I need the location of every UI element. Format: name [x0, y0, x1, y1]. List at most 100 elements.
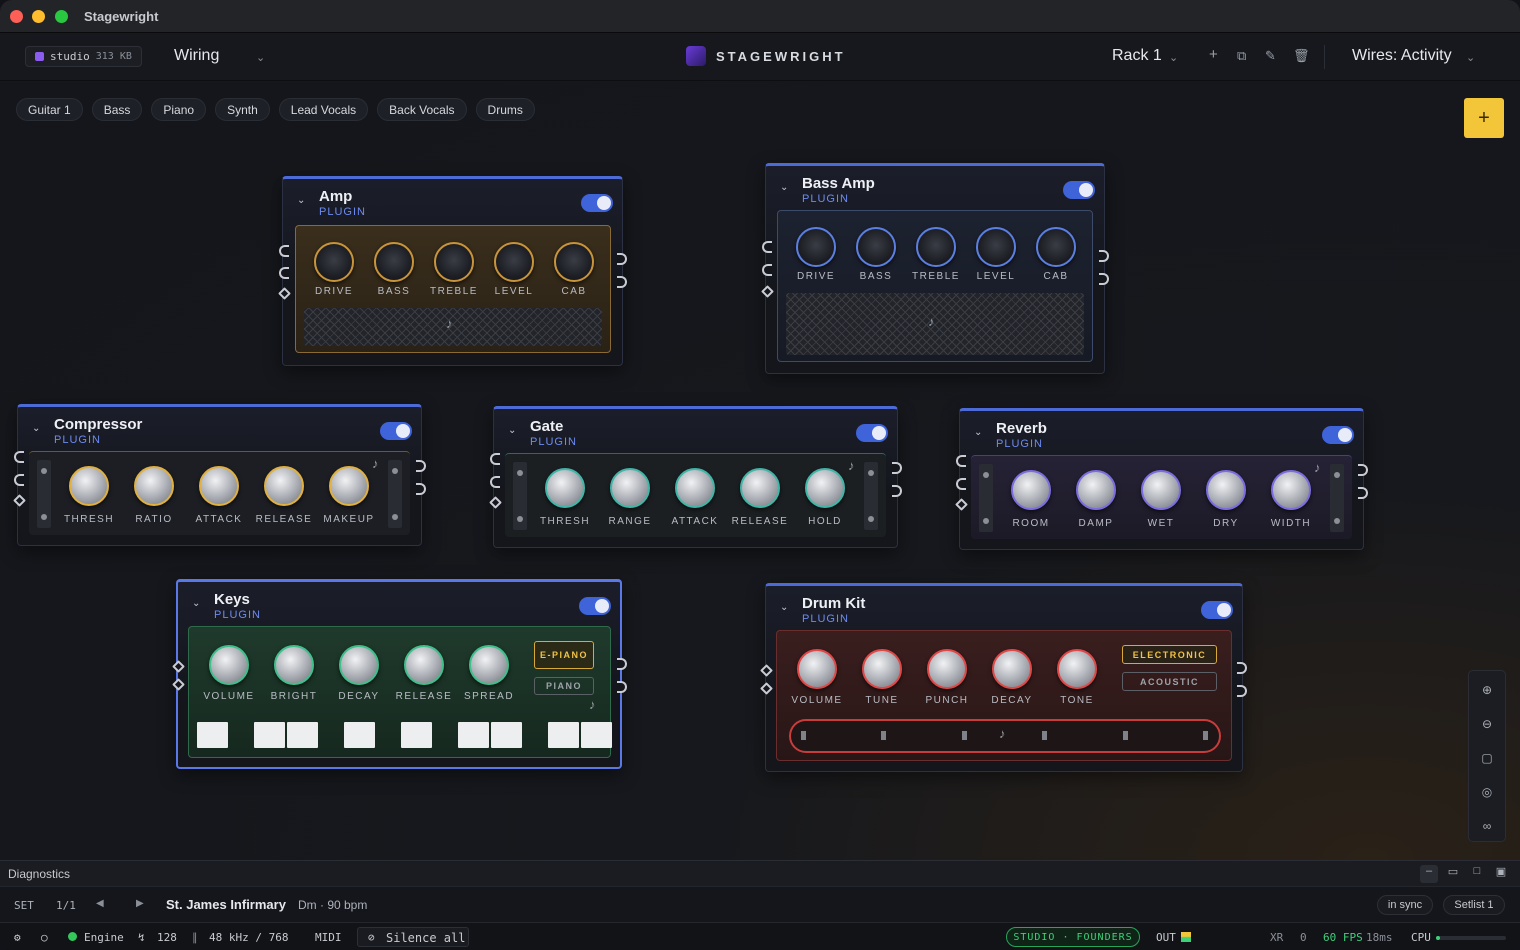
- midi-label[interactable]: MIDI: [315, 931, 342, 944]
- cab-knob[interactable]: [554, 242, 594, 282]
- input-port[interactable]: [14, 474, 24, 486]
- mode-electronic-button[interactable]: ELECTRONIC: [1122, 645, 1217, 664]
- plugin-card-gate[interactable]: ⌄ Gate PLUGIN THRESH RANGE ATTACK RELEAS…: [489, 406, 902, 548]
- add-rack-icon[interactable]: +: [1209, 46, 1218, 63]
- tone-knob[interactable]: [1057, 649, 1097, 689]
- edit-icon[interactable]: ✎: [1265, 48, 1276, 64]
- plugin-card-drum-kit[interactable]: ⌄ Drum Kit PLUGIN VOLUME TUNE PUNCH DECA…: [760, 583, 1247, 772]
- collapse-chevron-icon[interactable]: ⌄: [32, 423, 40, 434]
- fit-view-icon[interactable]: ▢: [1469, 751, 1505, 765]
- setlist-chip[interactable]: Setlist 1: [1443, 895, 1505, 915]
- collapse-chevron-icon[interactable]: ⌄: [974, 427, 982, 438]
- sync-status-chip[interactable]: in sync: [1377, 895, 1433, 915]
- input-port[interactable]: [762, 264, 772, 276]
- plugin-card-compressor[interactable]: ⌄ Compressor PLUGIN THRESH RATIO ATTACK …: [13, 404, 426, 546]
- chevron-down-icon[interactable]: ⌄: [1169, 51, 1178, 64]
- chevron-down-icon[interactable]: ⌄: [1466, 51, 1475, 64]
- previous-song-icon[interactable]: ◀: [96, 898, 104, 909]
- tab-synth[interactable]: Synth: [215, 98, 270, 121]
- zoom-out-icon[interactable]: ⊖: [1469, 717, 1505, 731]
- input-port[interactable]: [490, 453, 500, 465]
- plugin-enable-toggle[interactable]: [856, 424, 888, 442]
- plugin-enable-toggle[interactable]: [581, 194, 613, 212]
- damp-knob[interactable]: [1076, 470, 1116, 510]
- collapse-chevron-icon[interactable]: ⌄: [192, 598, 200, 609]
- dry-knob[interactable]: [1206, 470, 1246, 510]
- add-plugin-button[interactable]: +: [1464, 98, 1504, 138]
- input-port[interactable]: [279, 267, 289, 279]
- zoom-in-icon[interactable]: ⊕: [1469, 683, 1505, 697]
- punch-knob[interactable]: [927, 649, 967, 689]
- zoom-window-button[interactable]: [55, 10, 68, 23]
- release-knob[interactable]: [264, 466, 304, 506]
- ratio-knob[interactable]: [134, 466, 174, 506]
- drum-pad-strip[interactable]: ♪: [789, 719, 1221, 753]
- hold-knob[interactable]: [805, 468, 845, 508]
- bass-knob[interactable]: [374, 242, 414, 282]
- bright-knob[interactable]: [274, 645, 314, 685]
- piano-key[interactable]: [548, 722, 579, 748]
- view-selector[interactable]: Wiring: [174, 47, 219, 65]
- tab-guitar-1[interactable]: Guitar 1: [16, 98, 83, 121]
- makeup-knob[interactable]: [329, 466, 369, 506]
- diagnostics-panel[interactable]: Diagnostics – ▭ □ ▣: [0, 860, 1520, 886]
- expand-panel-icon[interactable]: □: [1468, 865, 1486, 883]
- mode-acoustic-button[interactable]: ACOUSTIC: [1122, 672, 1217, 691]
- plugin-card-keys[interactable]: ⌄ Keys PLUGIN VOLUME BRIGHT DECAY RELEAS…: [172, 579, 627, 769]
- tab-piano[interactable]: Piano: [151, 98, 207, 121]
- cab-knob[interactable]: [1036, 227, 1076, 267]
- plugin-enable-toggle[interactable]: [1322, 426, 1354, 444]
- treble-knob[interactable]: [916, 227, 956, 267]
- piano-keyboard[interactable]: [197, 722, 612, 748]
- collapse-chevron-icon[interactable]: ⌄: [780, 182, 788, 193]
- center-view-icon[interactable]: ◎: [1469, 785, 1505, 799]
- piano-key[interactable]: [254, 722, 285, 748]
- rack-selector[interactable]: Rack 1: [1112, 47, 1162, 65]
- piano-key[interactable]: [491, 722, 522, 748]
- next-song-icon[interactable]: ▶: [136, 898, 144, 909]
- piano-key[interactable]: [197, 722, 228, 748]
- drive-knob[interactable]: [314, 242, 354, 282]
- level-knob[interactable]: [494, 242, 534, 282]
- thresh-knob[interactable]: [69, 466, 109, 506]
- tab-back-vocals[interactable]: Back Vocals: [377, 98, 467, 121]
- plugin-enable-toggle[interactable]: [1063, 181, 1095, 199]
- decay-knob[interactable]: [339, 645, 379, 685]
- piano-key[interactable]: [344, 722, 375, 748]
- drive-knob[interactable]: [796, 227, 836, 267]
- release-knob[interactable]: [740, 468, 780, 508]
- input-port[interactable]: [956, 455, 966, 467]
- attack-knob[interactable]: [675, 468, 715, 508]
- piano-key[interactable]: [287, 722, 318, 748]
- tab-bass[interactable]: Bass: [91, 98, 143, 121]
- chat-icon[interactable]: ○: [41, 931, 48, 944]
- minimize-panel-icon[interactable]: –: [1420, 865, 1438, 883]
- level-knob[interactable]: [976, 227, 1016, 267]
- collapse-chevron-icon[interactable]: ⌄: [780, 602, 788, 613]
- spread-knob[interactable]: [469, 645, 509, 685]
- width-knob[interactable]: [1271, 470, 1311, 510]
- decay-knob[interactable]: [992, 649, 1032, 689]
- silence-all-button[interactable]: ⊘ Silence all: [357, 927, 469, 947]
- wet-knob[interactable]: [1141, 470, 1181, 510]
- plugin-enable-toggle[interactable]: [380, 422, 412, 440]
- input-port[interactable]: [14, 451, 24, 463]
- close-window-button[interactable]: [10, 10, 23, 23]
- piano-key[interactable]: [401, 722, 432, 748]
- piano-key[interactable]: [581, 722, 612, 748]
- tab-drums[interactable]: Drums: [475, 98, 535, 121]
- input-port[interactable]: [279, 245, 289, 257]
- tune-knob[interactable]: [862, 649, 902, 689]
- volume-knob[interactable]: [209, 645, 249, 685]
- minimize-window-button[interactable]: [32, 10, 45, 23]
- arrange-nodes-icon[interactable]: ∞: [1469, 819, 1505, 833]
- bass-knob[interactable]: [856, 227, 896, 267]
- duplicate-icon[interactable]: ⧉: [1237, 48, 1246, 64]
- thresh-knob[interactable]: [545, 468, 585, 508]
- plugin-enable-toggle[interactable]: [579, 597, 611, 615]
- trash-icon[interactable]: 🗑: [1293, 48, 1310, 64]
- wires-selector[interactable]: Wires: Activity: [1352, 47, 1452, 65]
- plugin-card-reverb[interactable]: ⌄ Reverb PLUGIN ROOM DAMP WET DRY WIDTH …: [955, 408, 1368, 550]
- room-knob[interactable]: [1011, 470, 1051, 510]
- collapse-chevron-icon[interactable]: ⌄: [297, 195, 305, 206]
